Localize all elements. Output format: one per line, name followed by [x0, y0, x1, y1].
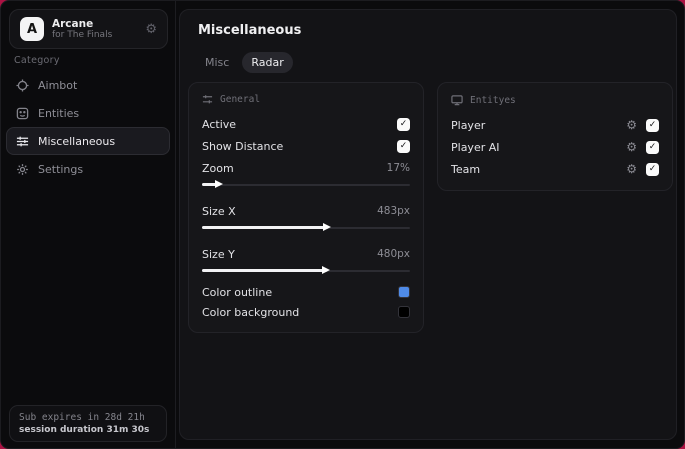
sidebar-item-label: Settings — [38, 162, 84, 176]
general-card-header: General — [202, 94, 410, 105]
entity-label: Team — [451, 162, 481, 176]
slider-thumb[interactable] — [322, 223, 331, 231]
tab-radar[interactable]: Radar — [242, 52, 293, 73]
sidebar-item-label: Aimbot — [38, 78, 78, 92]
color-label: Color background — [202, 305, 300, 319]
color-row-background: Color background — [202, 302, 410, 322]
entities-card: Entityes Player ⚙ ✓ Player AI ⚙ ✓ Team ⚙… — [437, 82, 673, 191]
sidebar-item-aimbot[interactable]: Aimbot — [6, 71, 170, 99]
entity-settings-gear-icon[interactable]: ⚙ — [626, 141, 637, 153]
color-background-swatch[interactable] — [398, 306, 410, 318]
entity-settings-gear-icon[interactable]: ⚙ — [626, 163, 637, 175]
sidebar-item-label: Miscellaneous — [38, 134, 116, 148]
color-label: Color outline — [202, 285, 273, 299]
crosshair-icon — [16, 78, 29, 92]
entity-row-team: Team ⚙ ✓ — [451, 158, 659, 180]
slider-row-size-y: Size Y 480px — [202, 243, 410, 265]
entity-settings-gear-icon[interactable]: ⚙ — [626, 119, 637, 131]
slider-thumb[interactable] — [321, 266, 330, 274]
color-outline-swatch[interactable] — [398, 286, 410, 298]
size-y-slider[interactable] — [202, 266, 410, 275]
team-checkbox[interactable]: ✓ — [646, 162, 659, 176]
show-distance-checkbox[interactable]: ✓ — [397, 139, 410, 153]
slider-track — [202, 183, 410, 186]
toggle-label: Show Distance — [202, 139, 284, 153]
entity-controls: ⚙ ✓ — [626, 162, 659, 176]
color-row-outline: Color outline — [202, 282, 410, 302]
slider-row-zoom: Zoom 17% — [202, 157, 410, 179]
slider-value: 483px — [377, 205, 410, 217]
sidebar-item-miscellaneous[interactable]: Miscellaneous — [6, 127, 170, 155]
page-title: Miscellaneous — [198, 23, 302, 38]
slider-label: Zoom — [202, 161, 234, 175]
sidebar-nav: Aimbot Entities Miscellaneous Settings — [6, 71, 170, 183]
subscription-card: Sub expires in 28d 21h session duration … — [9, 405, 167, 442]
app-name: Arcane — [52, 17, 94, 30]
slider-value: 480px — [377, 248, 410, 260]
main-panel: Miscellaneous Misc Radar General Active … — [179, 9, 677, 440]
entities-card-header: Entityes — [451, 94, 659, 106]
entity-controls: ⚙ ✓ — [626, 140, 659, 154]
app-subtitle: for The Finals — [52, 29, 113, 40]
session-duration-text: session duration 31m 30s — [19, 425, 150, 435]
sub-expires-text: Sub expires in 28d 21h — [19, 412, 145, 423]
header-gear-icon[interactable]: ⚙ — [145, 22, 157, 37]
entities-icon — [16, 107, 29, 119]
sliders-icon — [16, 136, 29, 146]
slider-fill — [202, 180, 223, 188]
monitor-icon — [451, 95, 463, 106]
gear-icon — [17, 163, 28, 175]
player-ai-checkbox[interactable]: ✓ — [646, 140, 659, 154]
app-logo: A — [20, 17, 44, 41]
entities-card-title: Entityes — [470, 94, 516, 106]
tab-bar: Misc Radar — [196, 52, 293, 73]
category-label: Category — [14, 55, 60, 66]
toggle-row-show-distance: Show Distance ✓ — [202, 135, 410, 157]
slider-row-size-x: Size X 483px — [202, 200, 410, 222]
app-title-block: Arcane for The Finals — [52, 18, 112, 40]
active-checkbox[interactable]: ✓ — [397, 117, 410, 131]
zoom-slider[interactable] — [202, 180, 410, 189]
cards-row: General Active ✓ Show Distance ✓ Zoom 17… — [188, 82, 673, 333]
slider-label: Size X — [202, 204, 236, 218]
entity-label: Player AI — [451, 140, 500, 154]
general-card: General Active ✓ Show Distance ✓ Zoom 17… — [188, 82, 424, 333]
toggle-row-active: Active ✓ — [202, 113, 410, 135]
entity-row-player-ai: Player AI ⚙ ✓ — [451, 136, 659, 158]
entity-controls: ⚙ ✓ — [626, 118, 659, 132]
sidebar-item-settings[interactable]: Settings — [6, 155, 170, 183]
sidebar-item-label: Entities — [38, 106, 80, 120]
slider-label: Size Y — [202, 247, 235, 261]
player-checkbox[interactable]: ✓ — [646, 118, 659, 132]
slider-fill — [202, 266, 330, 274]
app-header-card: A Arcane for The Finals ⚙ — [9, 9, 168, 49]
general-card-title: General — [220, 94, 261, 105]
toggle-label: Active — [202, 117, 237, 131]
app-window: A Arcane for The Finals ⚙ Category Aimbo… — [0, 0, 685, 449]
tab-misc[interactable]: Misc — [196, 52, 238, 73]
entity-row-player: Player ⚙ ✓ — [451, 114, 659, 136]
size-x-slider[interactable] — [202, 223, 410, 232]
entity-label: Player — [451, 118, 486, 132]
slider-value: 17% — [386, 162, 410, 174]
slider-thumb[interactable] — [214, 180, 223, 188]
slider-fill — [202, 223, 331, 231]
sidebar: A Arcane for The Finals ⚙ Category Aimbo… — [1, 1, 176, 448]
sliders-small-icon — [202, 95, 213, 104]
sidebar-item-entities[interactable]: Entities — [6, 99, 170, 127]
